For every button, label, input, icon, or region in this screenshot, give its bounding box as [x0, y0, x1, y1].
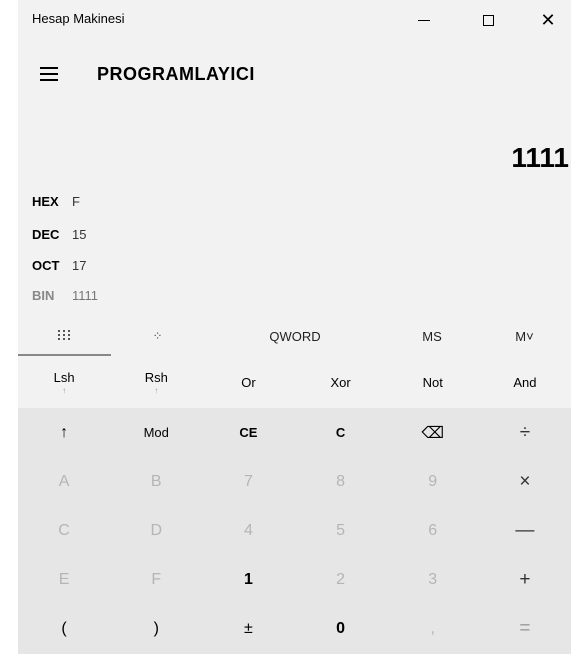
key-label: Or	[241, 374, 256, 390]
radix-value: 17	[72, 258, 87, 273]
key-label: And	[513, 374, 537, 390]
equals-key[interactable]: =	[479, 605, 571, 654]
divide-key[interactable]: ÷	[479, 408, 571, 457]
lsh-button[interactable]: Lsh ↑	[18, 358, 110, 406]
keypad-icon	[58, 330, 71, 340]
radix-hex[interactable]: HEX F	[32, 194, 80, 209]
bit-toggle-icon: ⁘	[152, 329, 163, 343]
digit-4-key[interactable]: 4	[202, 506, 294, 555]
radix-dec[interactable]: DEC 15	[32, 227, 86, 242]
tab-bit-toggling[interactable]: ⁘	[111, 316, 204, 356]
digit-1-key[interactable]: 1	[202, 556, 294, 605]
close-button[interactable]: ✕	[525, 0, 571, 40]
tab-full-keypad[interactable]	[18, 316, 111, 356]
radix-bin[interactable]: BIN 1111	[32, 288, 98, 303]
key-label: Rsh	[144, 369, 168, 385]
add-key[interactable]: +	[479, 556, 571, 605]
hex-a-key[interactable]: A	[18, 457, 110, 506]
arrow-icon: ↑	[62, 385, 67, 395]
maximize-button[interactable]	[465, 0, 511, 40]
hex-f-key[interactable]: F	[110, 556, 202, 605]
radix-value: F	[72, 194, 80, 209]
clear-key[interactable]: C	[294, 408, 386, 457]
logic-row: Lsh ↑ Rsh ↑ Or Xor Not And	[18, 358, 571, 406]
radix-label: DEC	[32, 227, 60, 242]
digit-7-key[interactable]: 7	[202, 457, 294, 506]
calculator-window: Hesap Makinesi ✕ PROGRAMLAYICI 1111 HEX …	[18, 0, 571, 654]
negate-key[interactable]: ±	[202, 605, 294, 654]
minimize-button[interactable]	[401, 0, 447, 40]
key-label: Xor	[330, 374, 351, 390]
digit-5-key[interactable]: 5	[294, 506, 386, 555]
mod-key[interactable]: Mod	[110, 408, 202, 457]
hamburger-menu-icon[interactable]	[38, 62, 62, 86]
hex-c-key[interactable]: C	[18, 506, 110, 555]
arrow-icon: ↑	[154, 385, 159, 395]
title-bar: Hesap Makinesi ✕	[18, 0, 571, 40]
subtract-key[interactable]: —	[479, 506, 571, 555]
xor-button[interactable]: Xor	[295, 358, 387, 406]
backspace-key[interactable]: ⌫	[387, 408, 479, 457]
key-label: Lsh	[53, 369, 75, 385]
close-paren-key[interactable]: )	[110, 605, 202, 654]
key-label: Not	[422, 374, 443, 390]
word-size-button[interactable]: QWORD	[204, 316, 386, 356]
window-title: Hesap Makinesi	[32, 11, 125, 26]
background-strip	[0, 0, 18, 654]
digit-0-key[interactable]: 0	[294, 605, 386, 654]
mode-title: PROGRAMLAYICI	[97, 64, 255, 84]
digit-3-key[interactable]: 3	[387, 556, 479, 605]
radix-label: BIN	[32, 288, 55, 303]
multiply-key[interactable]: ×	[479, 457, 571, 506]
rsh-button[interactable]: Rsh ↑	[110, 358, 202, 406]
digit-9-key[interactable]: 9	[387, 457, 479, 506]
display-value: 1111	[511, 142, 569, 173]
open-paren-key[interactable]: (	[18, 605, 110, 654]
hex-d-key[interactable]: D	[110, 506, 202, 555]
radix-oct[interactable]: OCT 17	[32, 258, 86, 273]
memory-list-button[interactable]: M˅	[478, 316, 571, 356]
radix-value: 15	[72, 227, 87, 242]
memory-store-button[interactable]: MS	[386, 316, 478, 356]
digit-2-key[interactable]: 2	[294, 556, 386, 605]
keypad: ↑ Mod CE C ⌫ ÷ A B 7 8 9 × C D 4 5 6 — E…	[18, 408, 571, 654]
not-button[interactable]: Not	[387, 358, 479, 406]
app-header: PROGRAMLAYICI	[18, 52, 571, 96]
or-button[interactable]: Or	[202, 358, 294, 406]
radix-label: OCT	[32, 258, 60, 273]
maximize-icon	[482, 14, 494, 26]
digit-8-key[interactable]: 8	[294, 457, 386, 506]
clear-entry-key[interactable]: CE	[202, 408, 294, 457]
close-icon: ✕	[540, 10, 556, 30]
digit-6-key[interactable]: 6	[387, 506, 479, 555]
shift-up-key[interactable]: ↑	[18, 408, 110, 457]
radix-label: HEX	[32, 194, 59, 209]
radix-value: 1111	[72, 288, 99, 303]
hex-b-key[interactable]: B	[110, 457, 202, 506]
minimize-icon	[418, 19, 430, 21]
decimal-key[interactable]: ,	[387, 605, 479, 654]
keypad-tabs: ⁘ QWORD MS M˅	[18, 316, 571, 356]
and-button[interactable]: And	[479, 358, 571, 406]
hex-e-key[interactable]: E	[18, 556, 110, 605]
